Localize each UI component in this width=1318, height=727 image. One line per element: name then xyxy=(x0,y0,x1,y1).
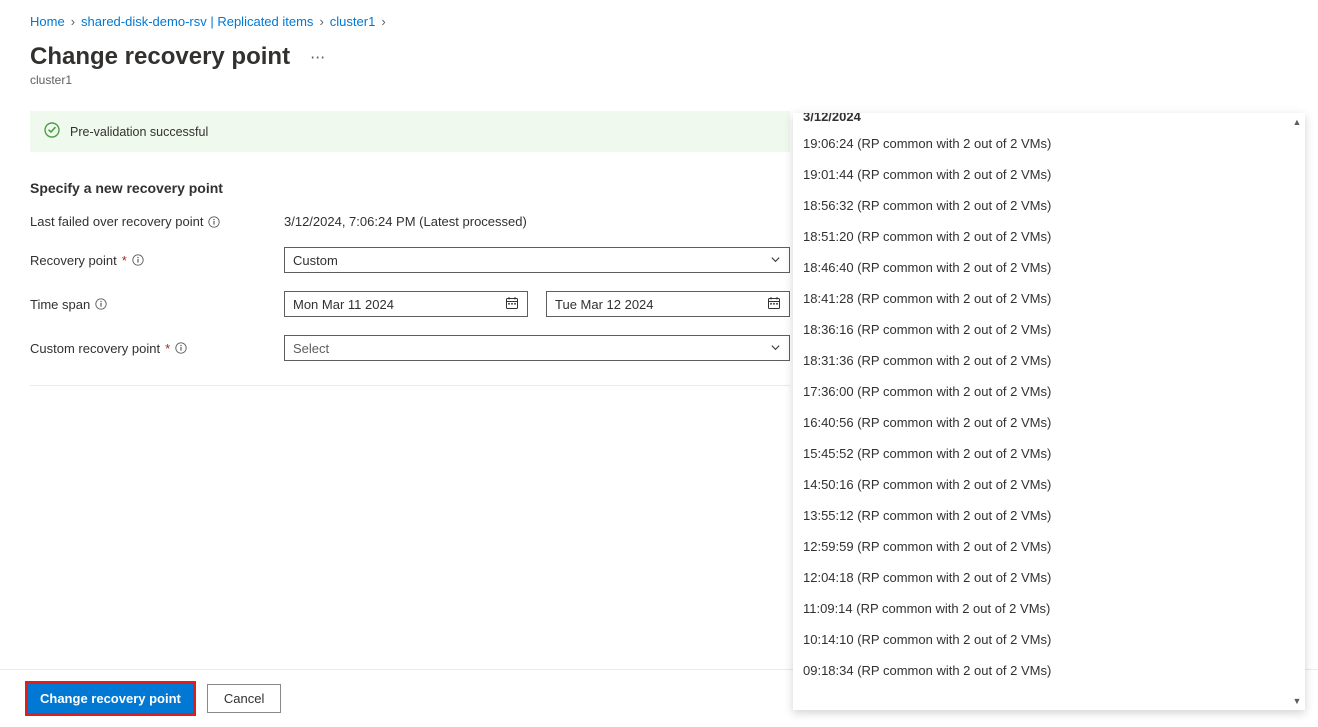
recovery-point-item[interactable]: 12:59:59 (RP common with 2 out of 2 VMs) xyxy=(793,531,1305,562)
chevron-right-icon: › xyxy=(71,14,75,29)
recovery-point-item[interactable]: 16:40:56 (RP common with 2 out of 2 VMs) xyxy=(793,407,1305,438)
chevron-down-icon xyxy=(770,341,781,356)
page-subtitle: cluster1 xyxy=(30,73,1318,87)
custom-rp-dropdown[interactable]: Select xyxy=(284,335,790,361)
recovery-point-item[interactable]: 18:51:20 (RP common with 2 out of 2 VMs) xyxy=(793,221,1305,252)
recovery-point-item[interactable]: 18:41:28 (RP common with 2 out of 2 VMs) xyxy=(793,283,1305,314)
group-date-header: 3/12/2024 xyxy=(793,113,1305,128)
recovery-point-dropdown[interactable]: Custom xyxy=(284,247,790,273)
cancel-button[interactable]: Cancel xyxy=(207,684,281,713)
custom-rp-label: Custom recovery point xyxy=(30,341,160,356)
time-span-label: Time span xyxy=(30,297,90,312)
chevron-right-icon: › xyxy=(319,14,323,29)
breadcrumb: Home › shared-disk-demo-rsv | Replicated… xyxy=(0,0,1318,43)
date-start-input[interactable]: Mon Mar 11 2024 xyxy=(284,291,528,317)
more-actions-button[interactable]: ⋯ xyxy=(306,44,330,70)
required-asterisk: * xyxy=(165,341,170,356)
date-start-value: Mon Mar 11 2024 xyxy=(293,297,394,312)
calendar-icon xyxy=(505,296,519,313)
recovery-point-item[interactable]: 09:18:34 (RP common with 2 out of 2 VMs) xyxy=(793,655,1305,686)
last-failed-label: Last failed over recovery point xyxy=(30,214,203,229)
recovery-point-list-panel: 3/12/2024 19:06:24 (RP common with 2 out… xyxy=(793,113,1305,710)
info-icon[interactable] xyxy=(208,216,220,228)
change-recovery-point-button[interactable]: Change recovery point xyxy=(28,684,193,713)
recovery-point-item[interactable]: 12:04:18 (RP common with 2 out of 2 VMs) xyxy=(793,562,1305,593)
custom-rp-placeholder: Select xyxy=(293,341,329,356)
recovery-point-label: Recovery point xyxy=(30,253,117,268)
scroll-up-icon[interactable]: ▲ xyxy=(1290,115,1304,129)
recovery-point-item[interactable]: 10:14:10 (RP common with 2 out of 2 VMs) xyxy=(793,624,1305,655)
chevron-right-icon: › xyxy=(381,14,385,29)
recovery-point-item[interactable]: 18:36:16 (RP common with 2 out of 2 VMs) xyxy=(793,314,1305,345)
date-end-value: Tue Mar 12 2024 xyxy=(555,297,654,312)
breadcrumb-rsv[interactable]: shared-disk-demo-rsv | Replicated items xyxy=(81,14,313,29)
divider xyxy=(30,385,790,386)
banner-text: Pre-validation successful xyxy=(70,125,208,139)
recovery-point-item[interactable]: 19:06:24 (RP common with 2 out of 2 VMs) xyxy=(793,128,1305,159)
recovery-point-item[interactable]: 11:09:14 (RP common with 2 out of 2 VMs) xyxy=(793,593,1305,624)
recovery-point-item[interactable]: 14:50:16 (RP common with 2 out of 2 VMs) xyxy=(793,469,1305,500)
scroll-down-icon[interactable]: ▼ xyxy=(1290,694,1304,708)
recovery-point-item[interactable]: 15:45:52 (RP common with 2 out of 2 VMs) xyxy=(793,438,1305,469)
recovery-point-item[interactable]: 18:56:32 (RP common with 2 out of 2 VMs) xyxy=(793,190,1305,221)
recovery-point-item[interactable]: 19:01:44 (RP common with 2 out of 2 VMs) xyxy=(793,159,1305,190)
recovery-point-item[interactable]: 18:31:36 (RP common with 2 out of 2 VMs) xyxy=(793,345,1305,376)
recovery-point-item[interactable]: 13:55:12 (RP common with 2 out of 2 VMs) xyxy=(793,500,1305,531)
recovery-point-list[interactable]: 3/12/2024 19:06:24 (RP common with 2 out… xyxy=(793,113,1305,710)
info-icon[interactable] xyxy=(95,298,107,310)
recovery-point-item[interactable]: 18:46:40 (RP common with 2 out of 2 VMs) xyxy=(793,252,1305,283)
chevron-down-icon xyxy=(770,253,781,268)
info-icon[interactable] xyxy=(175,342,187,354)
calendar-icon xyxy=(767,296,781,313)
page-header: Change recovery point ⋯ cluster1 xyxy=(0,43,1318,93)
recovery-point-value: Custom xyxy=(293,253,338,268)
date-end-input[interactable]: Tue Mar 12 2024 xyxy=(546,291,790,317)
breadcrumb-home[interactable]: Home xyxy=(30,14,65,29)
last-failed-value: 3/12/2024, 7:06:24 PM (Latest processed) xyxy=(284,214,527,229)
required-asterisk: * xyxy=(122,253,127,268)
page-title: Change recovery point xyxy=(30,43,290,71)
info-icon[interactable] xyxy=(132,254,144,266)
breadcrumb-cluster[interactable]: cluster1 xyxy=(330,14,376,29)
validation-banner: Pre-validation successful xyxy=(30,111,790,152)
recovery-point-item[interactable]: 17:36:00 (RP common with 2 out of 2 VMs) xyxy=(793,376,1305,407)
success-icon xyxy=(44,122,60,141)
